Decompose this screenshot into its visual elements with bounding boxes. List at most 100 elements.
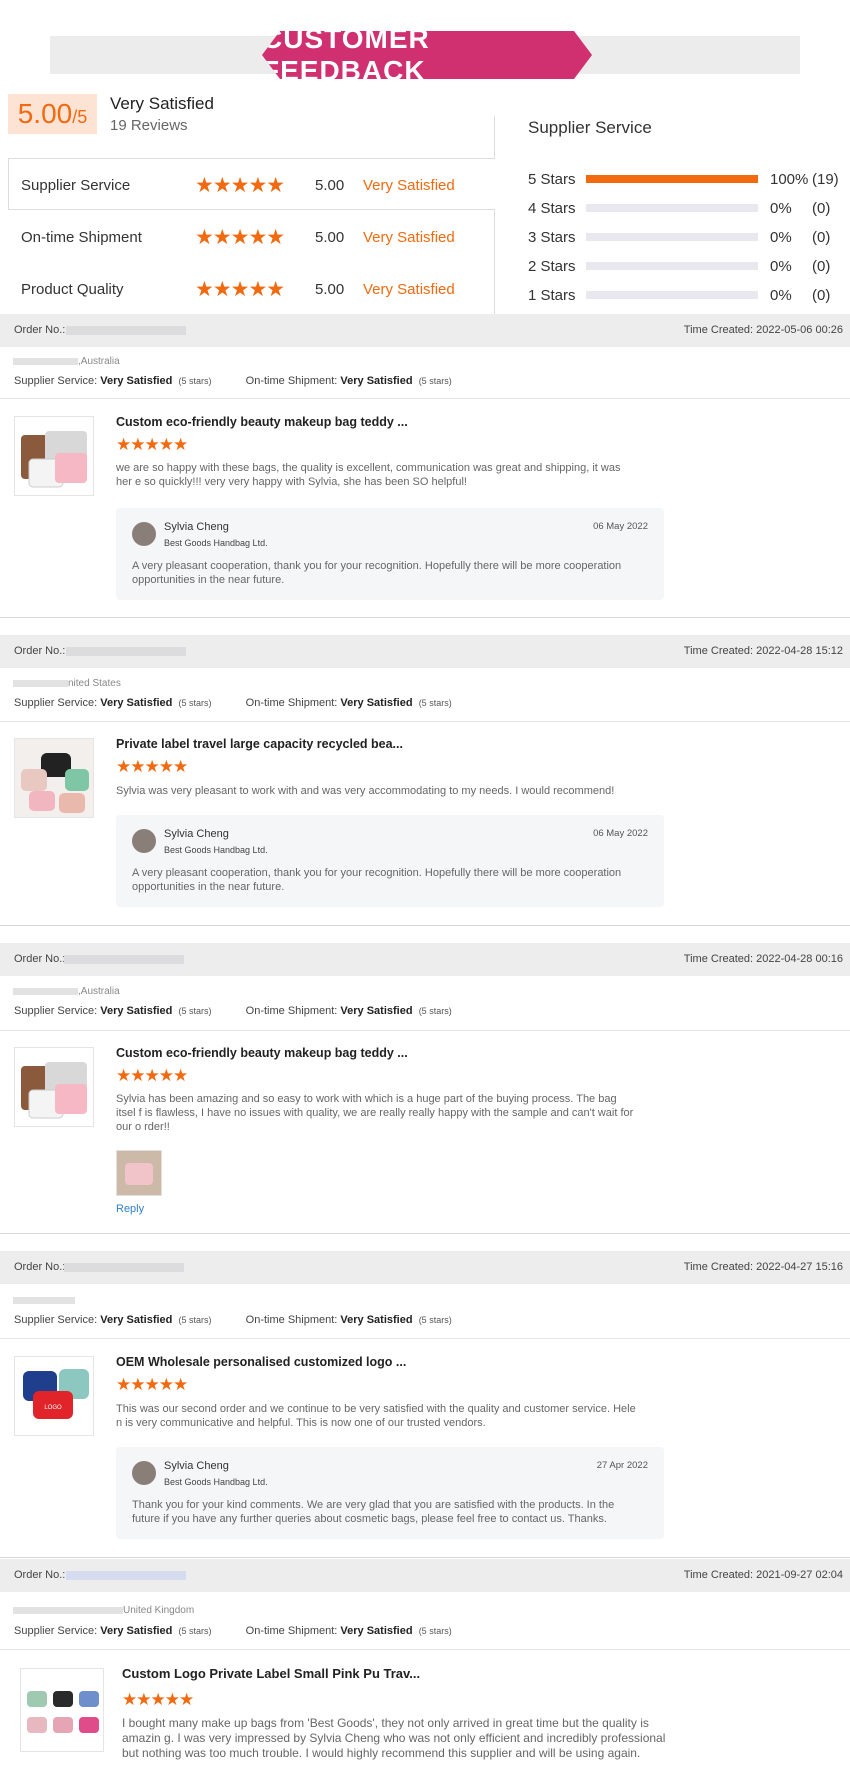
review-stars: ★★★★★ [122,1690,194,1709]
product-thumbnail[interactable]: LOGO [14,1356,94,1436]
distribution-count: (0) [812,257,831,275]
service-summary: Supplier Service: Very Satisfied (5 star… [14,375,452,387]
distribution-count: (0) [812,228,831,246]
order-bar: Order No.: Time Created: 2022-05-06 00:2… [0,314,850,347]
review-text: I bought many make up bags from 'Best Go… [122,1716,666,1760]
product-title-link[interactable]: Custom Logo Private Label Small Pink Pu … [122,1666,420,1681]
distribution-label: 2 Stars [528,257,576,275]
block-divider [0,1233,850,1234]
distribution-bar [586,291,758,299]
product-title-link[interactable]: Private label travel large capacity recy… [116,737,403,751]
product-thumbnail[interactable] [14,1047,94,1127]
buyer-location: United Kingdom [13,1605,194,1616]
rating-row-ontime-shipment[interactable]: On-time Shipment ★★★★★ 5.00 Very Satisfi… [21,225,491,249]
review-text: Sylvia was very pleasant to work with an… [116,785,615,797]
distribution-label: 5 Stars [528,170,576,188]
reply-company: Best Goods Handbag Ltd. [164,845,268,855]
avatar [132,1461,156,1485]
distribution-row: 3 Stars 0% (0) [528,227,848,247]
distribution-percent: 100% [770,170,809,188]
review-stars: ★★★★★ [116,1375,188,1394]
reply-date: 27 Apr 2022 [596,1460,648,1471]
rating-word: Very Satisfied [363,280,455,298]
time-created: Time Created: 2022-04-28 15:12 [683,645,843,657]
review-stars: ★★★★★ [116,757,188,776]
distribution-percent: 0% [770,257,792,275]
order-no-label: Order No.: [14,1569,66,1581]
distribution-percent: 0% [770,199,792,217]
order-bar: Order No.: Time Created: 2021-09-27 02:0… [0,1559,850,1592]
divider [0,398,850,399]
distribution-count: (0) [812,286,831,304]
divider [0,1649,850,1650]
overall-score: 5.00 [17,98,73,129]
supplier-reply: Sylvia Cheng Best Goods Handbag Ltd. 27 … [116,1447,664,1539]
review-stars: ★★★★★ [116,435,188,454]
distribution-label: 3 Stars [528,228,576,246]
distribution-count: (19) [812,170,839,188]
order-bar: Order No.: Time Created: 2022-04-28 15:1… [0,635,850,668]
reply-link[interactable]: Reply [116,1203,144,1215]
rating-name: Product Quality [21,280,124,298]
supplier-reply: Sylvia Cheng Best Goods Handbag Ltd. 06 … [116,815,664,907]
buyer-location: ,Australia [13,986,120,997]
product-thumbnail[interactable] [14,416,94,496]
order-bar: Order No.: Time Created: 2022-04-28 00:1… [0,943,850,976]
service-summary: Supplier Service: Very Satisfied (5 star… [14,697,452,709]
reply-author: Sylvia Cheng [164,1460,229,1472]
block-divider [0,925,850,926]
review-text: we are so happy with these bags, the qua… [116,462,621,488]
rating-value: 5.00 [315,228,345,246]
distribution-percent: 0% [770,228,792,246]
order-no-label: Order No.: [14,953,66,965]
divider [0,1030,850,1031]
order-no-masked [64,1263,184,1272]
service-summary: Supplier Service: Very Satisfied (5 star… [14,1625,452,1637]
svg-text:LOGO: LOGO [44,1405,62,1411]
reply-text: A very pleasant cooperation, thank you f… [132,560,622,586]
rating-row-supplier-service[interactable]: Supplier Service ★★★★★ 5.00 Very Satisfi… [21,173,491,197]
reply-text: Thank you for your kind comments. We are… [132,1499,615,1525]
service-summary: Supplier Service: Very Satisfied (5 star… [14,1005,452,1017]
buyer-location: ,Australia [13,356,120,367]
time-created: Time Created: 2022-05-06 00:26 [683,324,843,336]
avatar [132,522,156,546]
distribution-row: 4 Stars 0% (0) [528,198,848,218]
order-no-label: Order No.: [14,645,66,657]
review-text: This was our second order and we continu… [116,1403,636,1429]
panel-divider [494,116,495,316]
product-title-link[interactable]: OEM Wholesale personalised customized lo… [116,1355,406,1369]
distribution-bar [586,262,758,270]
block-divider [0,1557,850,1558]
distribution-percent: 0% [770,286,792,304]
order-no-label: Order No.: [14,1261,66,1273]
product-thumbnail[interactable] [14,738,94,818]
product-thumbnail[interactable] [20,1668,104,1752]
time-created: Time Created: 2021-09-27 02:04 [683,1569,843,1581]
buyer-location [13,1295,75,1306]
divider [0,1338,850,1339]
product-title-link[interactable]: Custom eco-friendly beauty makeup bag te… [116,1046,408,1060]
time-created: Time Created: 2022-04-28 00:16 [683,953,843,965]
rating-row-product-quality[interactable]: Product Quality ★★★★★ 5.00 Very Satisfie… [21,277,491,301]
order-bar: Order No.: Time Created: 2022-04-27 15:1… [0,1251,850,1284]
rating-word: Very Satisfied [363,176,455,194]
rating-value: 5.00 [315,176,345,194]
review-photo[interactable] [116,1150,162,1196]
review-text: Sylvia has been amazing and so easy to w… [116,1093,634,1133]
reply-date: 06 May 2022 [593,828,648,839]
rating-name: On-time Shipment [21,228,142,246]
reply-author: Sylvia Cheng [164,521,229,533]
distribution-bar [586,233,758,241]
reply-text: A very pleasant cooperation, thank you f… [132,867,622,893]
page-title: CUSTOMER FEEDBACK [262,31,592,79]
rating-word: Very Satisfied [363,228,455,246]
rating-stars: ★★★★★ [195,173,285,197]
reply-company: Best Goods Handbag Ltd. [164,1477,268,1487]
overall-label: Very Satisfied [110,94,214,113]
rating-value: 5.00 [315,280,345,298]
distribution-bar [586,204,758,212]
supplier-reply: Sylvia Cheng Best Goods Handbag Ltd. 06 … [116,508,664,600]
order-no-masked [66,326,186,335]
product-title-link[interactable]: Custom eco-friendly beauty makeup bag te… [116,415,408,429]
